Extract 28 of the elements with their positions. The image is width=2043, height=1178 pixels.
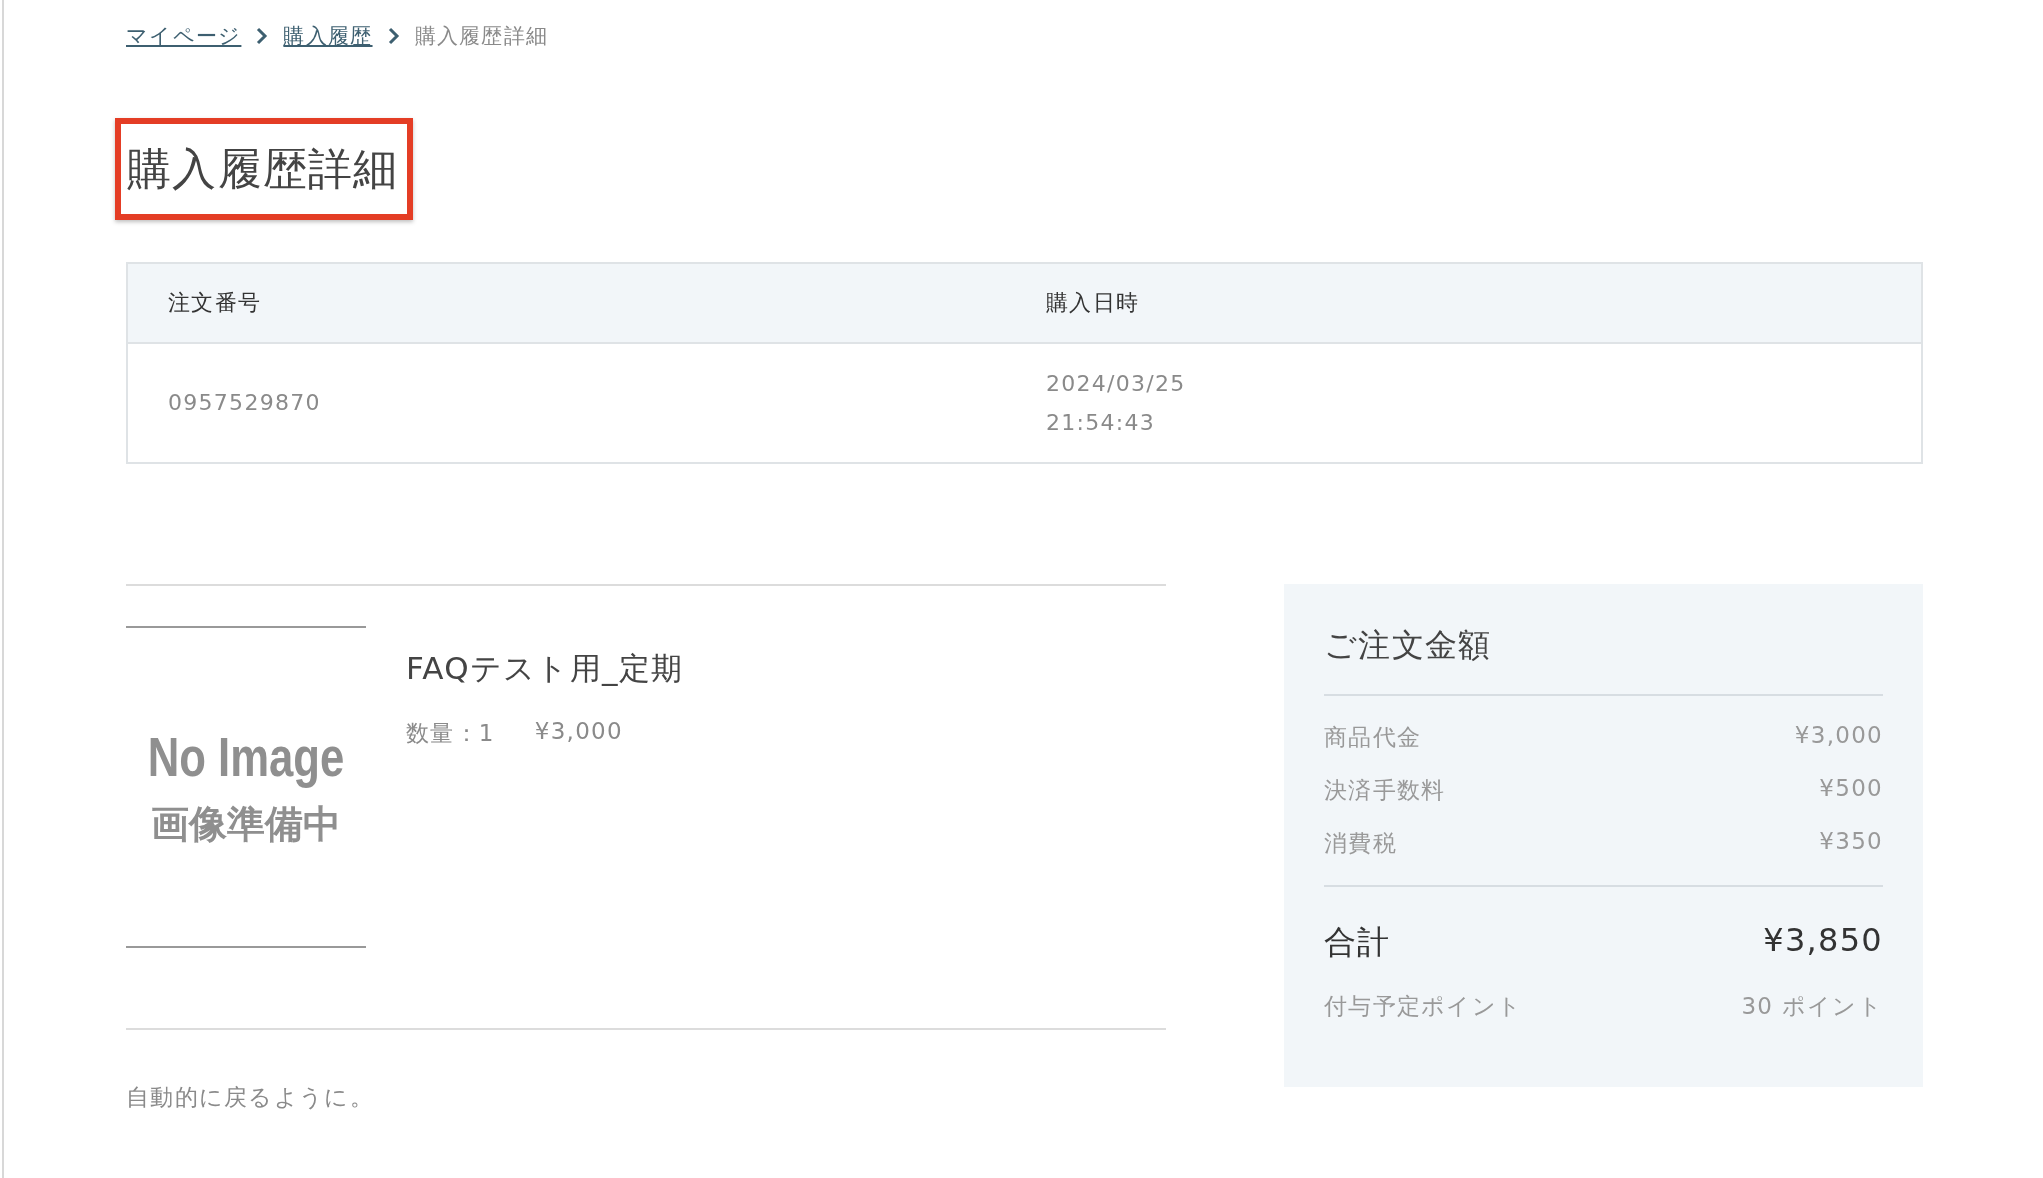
- line-amount: ¥3,000: [1794, 721, 1883, 750]
- quantity-text: 数量：1: [406, 718, 495, 748]
- page-title: 購入履歴詳細: [127, 142, 399, 196]
- points-label: 付与予定ポイント: [1324, 991, 1523, 1021]
- column-header: 注文番号: [128, 263, 1006, 344]
- table-cell-text: 21:54:43: [1046, 408, 1157, 437]
- product-name: FAQテスト用_定期: [406, 648, 684, 688]
- total-amount: ¥3,850: [1763, 920, 1883, 961]
- no-image-label: No Image: [147, 723, 345, 789]
- summary-title: ご注文金額: [1324, 623, 1883, 696]
- chevron-icon: [255, 27, 270, 45]
- line-amount: ¥500: [1819, 774, 1883, 803]
- line-label: 商品代金: [1324, 722, 1422, 752]
- breadcrumb-current: 購入履歴詳細: [414, 23, 549, 50]
- price-text: ¥3,000: [534, 717, 623, 746]
- table-cell-text: 0957529870: [168, 389, 322, 418]
- points-value: 30 ポイント: [1741, 991, 1883, 1021]
- no-image-caption: 画像準備中: [151, 800, 341, 848]
- breadcrumb-link[interactable]: マイページ: [126, 22, 242, 50]
- line-label: 決済手数料: [1324, 775, 1446, 805]
- column-header: 購入日時: [1006, 263, 1921, 344]
- chevron-icon: [386, 27, 401, 45]
- note-text: 自動的に戻るように。: [126, 1082, 375, 1112]
- line-amount: ¥350: [1819, 827, 1883, 856]
- table-cell-text: 2024/03/25: [1046, 369, 1187, 398]
- breadcrumb-link[interactable]: 購入履歴: [283, 22, 373, 50]
- total-label: 合計: [1324, 921, 1391, 963]
- line-label: 消費税: [1324, 828, 1397, 858]
